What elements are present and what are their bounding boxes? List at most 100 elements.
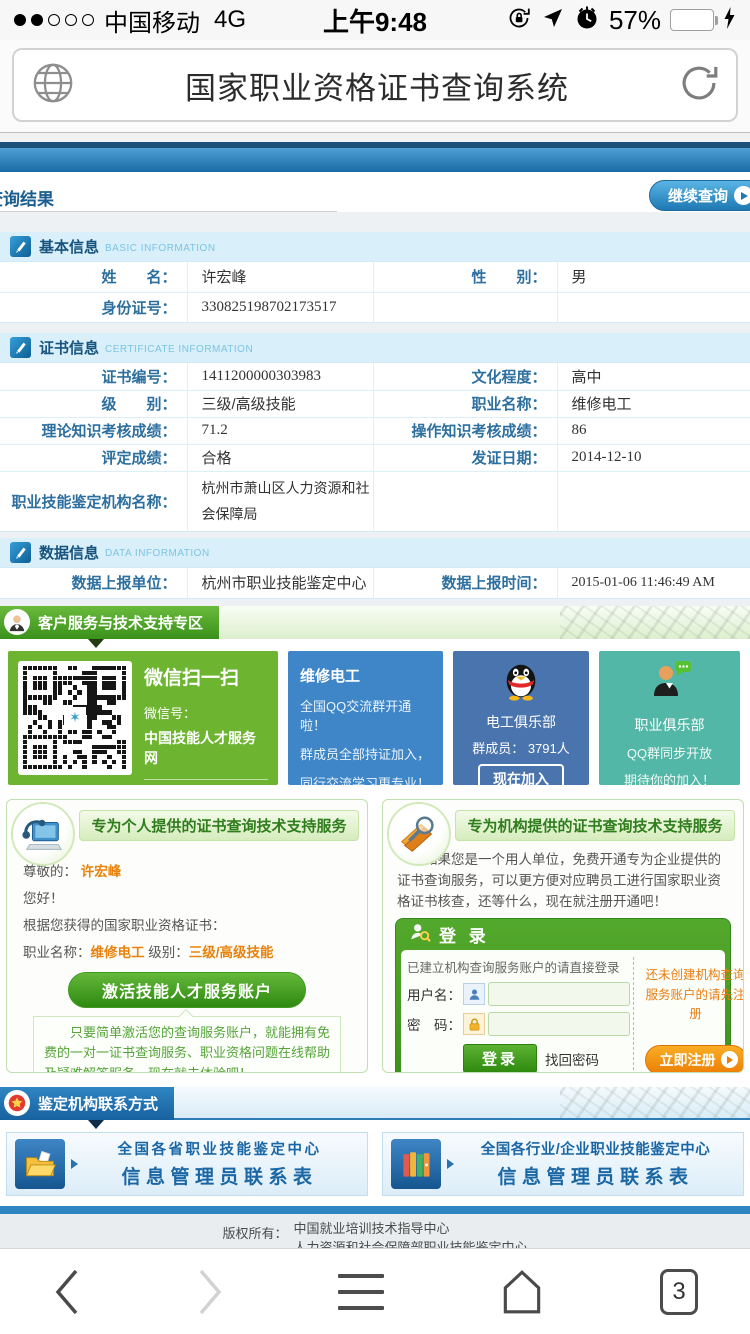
contact-band: 鉴定机构联系方式 xyxy=(0,1087,750,1120)
occupation-line: 职业名称：维修电工 级别：三级/高级技能 xyxy=(23,944,351,962)
table-row: 数据上报单位： 杭州市职业技能鉴定中心 数据上报时间： 2015-01-06 1… xyxy=(0,568,750,598)
org-service-panel: 专为机构提供的证书查询技术支持服务 如果您是一个用人单位，免费开通专为企业提供的… xyxy=(382,799,744,1073)
section-title: 数据信息 xyxy=(39,542,99,563)
password-label: 密 码： xyxy=(407,1014,463,1034)
login-header: 登 录 xyxy=(401,919,725,950)
page-title: 国家职业资格证书查询系统 xyxy=(76,63,678,108)
contact-band-title: 鉴定机构联系方式 xyxy=(0,1087,174,1120)
industry-contact-card[interactable]: 全国各行业/企业职业技能鉴定中心 信息管理员联系表 xyxy=(382,1132,744,1196)
arrow-icon xyxy=(71,1159,78,1169)
service-panels: 专为个人提供的证书查询技术支持服务 尊敬的： 许宏峰 您好！ 根据您获得的国家职… xyxy=(6,799,744,1073)
table-row: 证书编号： 1411200000303983 文化程度： 高中 xyxy=(0,363,750,390)
carrier-label: 中国移动 xyxy=(104,3,200,38)
user-name: 许宏峰 xyxy=(81,864,122,879)
section-header-data-info: 数据信息 DATA INFORMATION xyxy=(0,538,750,567)
field-value: 许宏峰 xyxy=(187,262,373,292)
password-input[interactable] xyxy=(488,1012,630,1036)
field-label: 性 别： xyxy=(373,262,557,292)
join-now-button[interactable]: 现在加入 xyxy=(478,764,564,785)
divider xyxy=(0,133,750,142)
login-person-icon xyxy=(409,921,431,948)
member-count: 群成员： 3791人 xyxy=(453,738,589,757)
tab-pointer xyxy=(88,1120,104,1129)
table-row: 姓 名： 许宏峰 性 别： 男 xyxy=(0,262,750,292)
username-label: 用户名： xyxy=(407,984,463,1004)
forgot-password-link[interactable]: 找回密码 xyxy=(545,1049,599,1069)
career-club-card: 职业俱乐部 QQ群同步开放 期待你的加入！ xyxy=(599,651,740,785)
login-button[interactable]: 登录 xyxy=(463,1044,537,1072)
charging-bolt-icon xyxy=(723,6,736,35)
play-icon xyxy=(721,1051,738,1068)
hello-line: 您好！ xyxy=(23,890,351,908)
contact-cards: 全国各省职业技能鉴定中心 信息管理员联系表 全国各行业/企业职业技能鉴定中心 信… xyxy=(6,1132,744,1196)
table-row: 评定成绩： 合格 发证日期： 2014-12-10 xyxy=(0,444,750,471)
provincial-contact-card[interactable]: 全国各省职业技能鉴定中心 信息管理员联系表 xyxy=(6,1132,368,1196)
electrician-club-card: 电工俱乐部 群成员： 3791人 现在加入 xyxy=(453,651,589,785)
register-hint: 还未创建机构查询服务账户的请先注册 xyxy=(640,966,744,1024)
menu-button[interactable] xyxy=(338,1274,384,1310)
service-agent-icon xyxy=(4,609,30,635)
org-login-box: 登 录 已建立机构查询服务账户的请直接登录 用户名： xyxy=(395,918,731,1072)
network-type-label: 4G xyxy=(214,6,246,34)
section-title: 基本信息 xyxy=(39,236,99,257)
basic-info-table: 姓 名： 许宏峰 性 别： 男 身份证号： 330825198702173517 xyxy=(0,261,750,323)
wechat-id-value: 中国技能人才服务网 xyxy=(144,728,268,768)
back-button[interactable] xyxy=(52,1267,82,1317)
qq-penguin-icon xyxy=(500,689,542,706)
personal-panel-title: 专为个人提供的证书查询技术支持服务 xyxy=(79,810,359,841)
play-icon xyxy=(734,186,750,205)
divider xyxy=(0,599,750,606)
signal-strength-icon xyxy=(14,14,94,26)
forward-button[interactable] xyxy=(195,1267,225,1317)
result-title: 查询结果 xyxy=(0,185,54,210)
agency-icon xyxy=(4,1090,30,1116)
divider xyxy=(0,212,750,232)
copyright-label: 版权所有： xyxy=(222,1214,287,1250)
home-button[interactable] xyxy=(497,1267,547,1317)
personal-service-panel: 专为个人提供的证书查询技术支持服务 尊敬的： 许宏峰 您好！ 根据您获得的国家职… xyxy=(6,799,368,1073)
continue-query-button[interactable]: 继续查询 xyxy=(649,180,750,211)
wechat-card: ✶ 微信扫一扫 微信号： 中国技能人才服务网 专为持证技能人才服务 xyxy=(8,651,278,785)
activate-account-button[interactable]: 激活技能人才服务账户 xyxy=(68,972,306,1008)
status-bar: 中国移动 4G 上午9:48 57% xyxy=(0,0,750,40)
activation-tip: 只要简单激活您的查询服务账户，就能拥有免费的一对一证书查询服务、职业资格问题在线… xyxy=(33,1016,341,1073)
folder-icon xyxy=(15,1139,65,1189)
register-now-button[interactable]: 立即注册 xyxy=(645,1045,745,1073)
tabs-button[interactable]: 3 xyxy=(660,1269,698,1315)
pen-icon xyxy=(10,542,31,563)
section-header-basic-info: 基本信息 BASIC INFORMATION xyxy=(0,232,750,261)
address-bar[interactable]: 国家职业资格证书查询系统 xyxy=(12,48,738,122)
login-hint: 已建立机构查询服务账户的请直接登录 xyxy=(407,957,630,976)
field-label: 姓 名： xyxy=(0,262,187,292)
user-icon xyxy=(463,983,485,1005)
intro-line: 根据您获得的国家职业资格证书： xyxy=(23,917,351,935)
tip-notch xyxy=(179,1009,193,1023)
location-icon xyxy=(541,6,565,35)
browser-toolbar: 3 xyxy=(0,1248,750,1334)
wechat-id-label: 微信号： xyxy=(144,703,268,722)
greeting-line: 尊敬的： 许宏峰 xyxy=(23,863,351,881)
promo-cards: ✶ 微信扫一扫 微信号： 中国技能人才服务网 专为持证技能人才服务 维修电工 全… xyxy=(8,651,742,785)
refresh-icon[interactable] xyxy=(678,62,720,109)
copyright-line: 中国就业培训技术指导中心 xyxy=(294,1219,528,1238)
lock-icon xyxy=(463,1013,485,1035)
battery-icon xyxy=(670,9,714,31)
username-input[interactable] xyxy=(488,982,630,1006)
browser-title-bar: 国家职业资格证书查询系统 xyxy=(0,40,750,133)
pen-icon xyxy=(10,337,31,358)
table-row: 理论知识考核成绩： 71.2 操作知识考核成绩： 86 xyxy=(0,417,750,444)
books-icon xyxy=(391,1139,441,1189)
table-row: 职业技能鉴定机构名称： 杭州市萧山区人力资源和社会保障局 xyxy=(0,471,750,531)
section-subtitle: CERTIFICATE INFORMATION xyxy=(105,341,253,355)
globe-icon xyxy=(30,60,76,111)
table-row: 身份证号： 330825198702173517 xyxy=(0,292,750,322)
battery-percent-label: 57% xyxy=(609,5,661,36)
qq-group-card: 维修电工 全国QQ交流群开通啦！ 群成员全部持证加入， 同行交流学习更专业！ xyxy=(288,651,443,785)
section-header-cert-info: 证书信息 CERTIFICATE INFORMATION xyxy=(0,333,750,362)
books-magnifier-icon xyxy=(387,802,451,866)
rotation-lock-icon xyxy=(506,5,532,36)
org-panel-title: 专为机构提供的证书查询技术支持服务 xyxy=(455,810,735,841)
blue-header-bar xyxy=(0,148,750,172)
section-subtitle: BASIC INFORMATION xyxy=(105,240,216,254)
qr-logo: ✶ xyxy=(64,707,86,729)
